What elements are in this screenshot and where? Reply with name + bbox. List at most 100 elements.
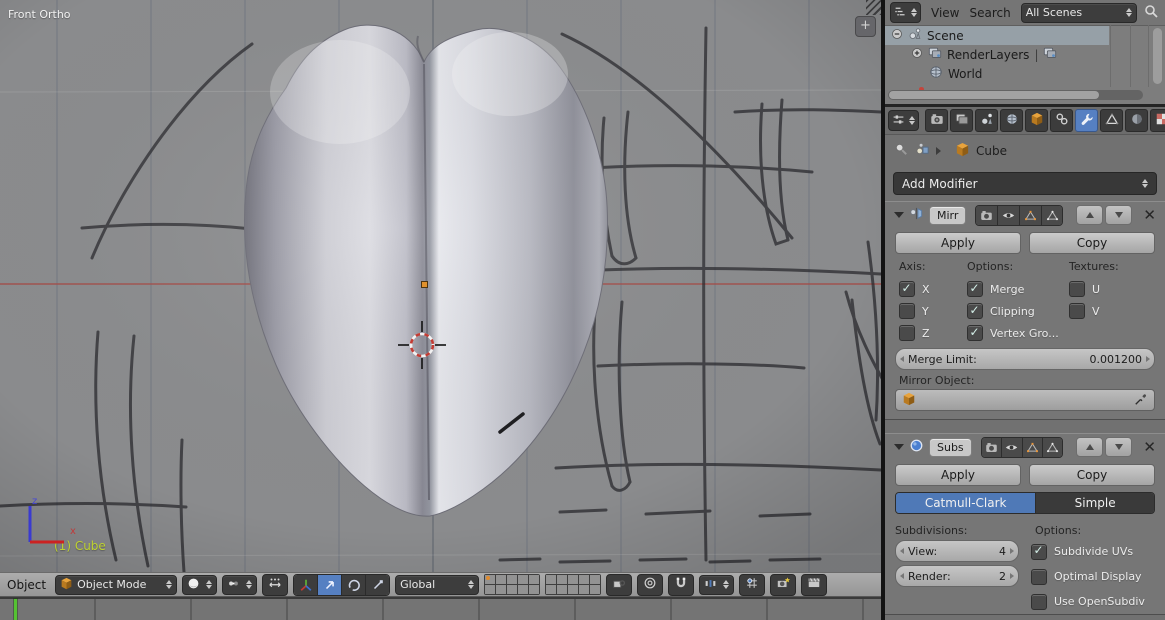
layer-cell[interactable]	[568, 585, 579, 594]
tab-render-layers[interactable]	[950, 109, 973, 132]
move-down-button[interactable]	[1105, 205, 1133, 225]
layer-cell[interactable]	[485, 575, 496, 584]
shading-dropdown[interactable]	[182, 574, 218, 595]
copy-button[interactable]: Copy	[1029, 464, 1155, 486]
rotate-manipulator-button[interactable]	[342, 574, 367, 595]
layer-cell[interactable]	[557, 575, 568, 584]
checkbox-texture-v[interactable]	[1069, 303, 1085, 319]
scenes-filter-dropdown[interactable]: All Scenes	[1020, 2, 1137, 23]
apply-button[interactable]: Apply	[895, 464, 1021, 486]
copy-button[interactable]: Copy	[1029, 232, 1155, 254]
mirror-object-field[interactable]	[895, 389, 1155, 411]
proportional-edit-button[interactable]	[637, 573, 664, 596]
object-menu[interactable]: Object	[7, 578, 46, 592]
area-resize-corner[interactable]	[866, 0, 881, 15]
snap-target-button[interactable]	[739, 573, 766, 596]
tab-material[interactable]	[1125, 109, 1148, 132]
render-layers-icon[interactable]	[1043, 46, 1057, 63]
outliner-vscrollbar[interactable]	[1153, 28, 1162, 84]
outliner-item-world[interactable]: World	[885, 64, 1165, 83]
translate-manipulator-button[interactable]	[318, 574, 343, 595]
close-icon[interactable]: ✕	[1143, 439, 1156, 455]
breadcrumb-object-name[interactable]: Cube	[976, 144, 1007, 158]
add-modifier-dropdown[interactable]: Add Modifier	[893, 172, 1157, 195]
layer-cell[interactable]	[590, 575, 601, 584]
slider-right-arrow-icon[interactable]	[1010, 573, 1014, 579]
tab-modifiers[interactable]	[1075, 109, 1098, 132]
3d-viewport[interactable]: Front Ortho (1) Cube z x +	[0, 0, 881, 572]
eye-icon[interactable]	[998, 205, 1020, 225]
collapse-icon[interactable]	[891, 28, 903, 43]
modifier-name-field[interactable]: Subs	[929, 437, 972, 457]
layer-cell[interactable]	[529, 575, 540, 584]
eye-icon[interactable]	[1002, 437, 1023, 457]
editor-type-button[interactable]	[888, 110, 919, 131]
checkbox-subdivide-uvs[interactable]	[1031, 543, 1047, 560]
cage-toggle-icon[interactable]	[1041, 205, 1063, 225]
checkbox-axis-x[interactable]	[899, 281, 915, 297]
outliner-item-scene[interactable]: Scene	[885, 26, 1165, 45]
layer-cell[interactable]	[546, 575, 557, 584]
collapse-triangle-icon[interactable]	[894, 212, 904, 218]
tab-world[interactable]	[1000, 109, 1023, 132]
layers-group-2[interactable]	[545, 574, 602, 595]
tab-object[interactable]	[1025, 109, 1048, 132]
layer-cell[interactable]	[590, 585, 601, 594]
merge-limit-slider[interactable]: Merge Limit: 0.001200	[895, 348, 1155, 370]
render-toggle-icon[interactable]	[976, 205, 999, 225]
slider-left-arrow-icon[interactable]	[900, 573, 904, 579]
eyedropper-icon[interactable]	[1134, 391, 1148, 410]
checkbox-optimal-display[interactable]	[1031, 568, 1047, 585]
tab-render[interactable]	[925, 109, 948, 132]
mirror-panel-header[interactable]: Mirr ✕	[885, 202, 1165, 228]
timeline-playhead[interactable]	[14, 599, 17, 620]
tab-data[interactable]	[1100, 109, 1123, 132]
checkbox-clipping[interactable]	[967, 303, 983, 319]
close-icon[interactable]: ✕	[1143, 207, 1156, 223]
mode-dropdown[interactable]: Object Mode	[55, 574, 178, 595]
layer-cell[interactable]	[518, 575, 529, 584]
orientation-dropdown[interactable]: Global	[395, 574, 480, 595]
simple-button[interactable]: Simple	[1036, 493, 1154, 513]
outliner-search-menu[interactable]: Search	[969, 6, 1010, 20]
move-up-button[interactable]	[1076, 437, 1104, 457]
layer-cell[interactable]	[496, 585, 507, 594]
editor-type-button[interactable]	[890, 2, 921, 23]
editmode-toggle-icon[interactable]	[1022, 437, 1043, 457]
layers-group-1[interactable]	[484, 574, 541, 595]
slider-left-arrow-icon[interactable]	[900, 548, 904, 554]
slider-left-arrow-icon[interactable]	[900, 356, 904, 362]
layer-cell[interactable]	[579, 575, 590, 584]
layer-cell[interactable]	[507, 575, 518, 584]
object-icon[interactable]	[915, 142, 930, 160]
slider-right-arrow-icon[interactable]	[1146, 356, 1150, 362]
layer-cell[interactable]	[485, 585, 496, 594]
snap-toggle-button[interactable]	[668, 573, 695, 596]
layer-cell[interactable]	[557, 585, 568, 594]
outliner-item-renderlayers[interactable]: RenderLayers |	[885, 45, 1165, 64]
scrollbar-thumb[interactable]	[889, 91, 1099, 99]
expand-icon[interactable]	[911, 47, 923, 62]
layer-cell[interactable]	[529, 585, 540, 594]
checkbox-use-opensubdiv[interactable]	[1031, 593, 1047, 610]
tab-scene[interactable]	[975, 109, 998, 132]
manipulator-toggle-button[interactable]	[262, 573, 289, 596]
tab-texture[interactable]	[1150, 109, 1165, 132]
catmull-clark-button[interactable]: Catmull-Clark	[896, 493, 1037, 513]
region-expand-button[interactable]: +	[855, 16, 876, 37]
move-up-button[interactable]	[1076, 205, 1104, 225]
outliner-hscrollbar[interactable]	[888, 90, 1143, 100]
snap-element-dropdown[interactable]	[699, 574, 735, 595]
timeline-strip[interactable]	[0, 597, 881, 620]
layer-cell[interactable]	[568, 575, 579, 584]
modifier-name-field[interactable]: Mirr	[929, 205, 967, 225]
layer-cell[interactable]	[496, 575, 507, 584]
pin-icon[interactable]	[894, 142, 909, 160]
render-toggle-icon[interactable]	[981, 437, 1003, 457]
checkbox-axis-z[interactable]	[899, 325, 915, 341]
layer-cell[interactable]	[579, 585, 590, 594]
checkbox-axis-y[interactable]	[899, 303, 915, 319]
layer-cell[interactable]	[518, 585, 529, 594]
pivot-dropdown[interactable]	[222, 574, 258, 595]
checkbox-vertex-groups[interactable]	[967, 325, 983, 341]
